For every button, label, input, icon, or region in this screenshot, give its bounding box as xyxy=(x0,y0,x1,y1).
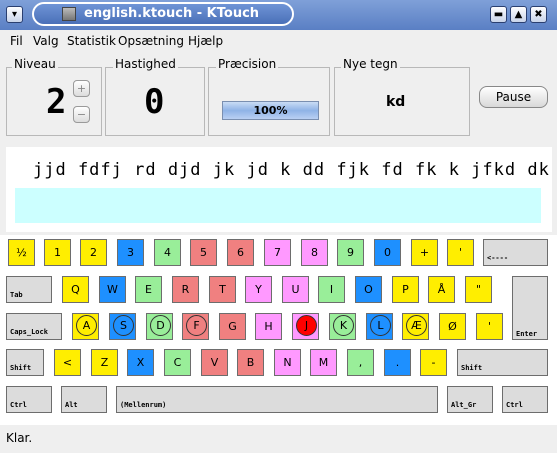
window-menu-icon[interactable]: ▾ xyxy=(6,6,23,23)
level-label: Niveau xyxy=(12,57,58,71)
key-0[interactable]: 0 xyxy=(374,239,401,266)
key-z[interactable]: Z xyxy=(91,349,118,376)
speed-value: 0 xyxy=(144,82,165,122)
menu-fil[interactable]: Fil xyxy=(10,34,23,48)
key-a[interactable]: A xyxy=(72,313,99,340)
key-s[interactable]: S xyxy=(109,313,136,340)
key-minus[interactable]: - xyxy=(420,349,447,376)
key-backspace[interactable]: <---- xyxy=(483,239,548,266)
home-key-s: S xyxy=(113,315,134,336)
key-space[interactable]: (Mellenrum) xyxy=(116,386,438,413)
key-t[interactable]: T xyxy=(209,276,236,303)
close-icon[interactable]: ✖ xyxy=(530,6,547,23)
level-up-button[interactable]: + xyxy=(73,80,90,97)
key-ae[interactable]: Æ xyxy=(402,313,429,340)
app-icon xyxy=(62,7,76,21)
key-l[interactable]: L xyxy=(366,313,393,340)
key-7[interactable]: 7 xyxy=(264,239,291,266)
key-o[interactable]: O xyxy=(355,276,382,303)
title-bar[interactable]: ▾ english.ktouch - KTouch ▬ ▲ ✖ xyxy=(0,0,557,30)
level-value: 2 xyxy=(46,82,67,122)
key-4[interactable]: 4 xyxy=(154,239,181,266)
key-v[interactable]: V xyxy=(201,349,228,376)
key-y[interactable]: Y xyxy=(245,276,272,303)
key-ctrl-right[interactable]: Ctrl xyxy=(502,386,548,413)
newchars-value: kd xyxy=(386,94,406,110)
pause-button[interactable]: Pause xyxy=(479,86,548,108)
key-n[interactable]: N xyxy=(274,349,301,376)
menu-valg[interactable]: Valg xyxy=(33,34,59,48)
key-alt[interactable]: Alt xyxy=(61,386,107,413)
typing-input[interactable] xyxy=(15,188,541,223)
speed-label: Hastighed xyxy=(113,57,178,71)
key-5[interactable]: 5 xyxy=(190,239,217,266)
key-8[interactable]: 8 xyxy=(301,239,328,266)
key-comma[interactable]: , xyxy=(347,349,374,376)
key-9[interactable]: 9 xyxy=(337,239,364,266)
menu-opsaetning[interactable]: Opsætning xyxy=(118,34,184,48)
home-key-j-highlighted: J xyxy=(296,315,317,336)
key-3[interactable]: 3 xyxy=(117,239,144,266)
home-key-a: A xyxy=(76,315,97,336)
key-6[interactable]: 6 xyxy=(227,239,254,266)
key-oe[interactable]: Ø xyxy=(439,313,466,340)
key-h[interactable]: H xyxy=(255,313,282,340)
menu-statistik[interactable]: Statistik xyxy=(67,34,116,48)
accuracy-label: Præcision xyxy=(216,57,279,71)
status-text: Klar. xyxy=(6,431,33,445)
key-shift-right[interactable]: Shift xyxy=(457,349,548,376)
key-x[interactable]: X xyxy=(127,349,154,376)
key-q[interactable]: Q xyxy=(62,276,89,303)
level-down-button[interactable]: − xyxy=(73,106,90,123)
key-w[interactable]: W xyxy=(99,276,126,303)
key-shift-left[interactable]: Shift xyxy=(6,349,44,376)
minimize-icon[interactable]: ▬ xyxy=(490,6,507,23)
key-f[interactable]: F xyxy=(182,313,209,340)
key-2[interactable]: 2 xyxy=(80,239,107,266)
newchars-label: Nye tegn xyxy=(341,57,400,71)
home-key-k: K xyxy=(333,315,354,336)
key-g[interactable]: G xyxy=(219,313,246,340)
key-capslock[interactable]: Caps_Lock xyxy=(6,313,62,340)
ktouch-window: ▾ english.ktouch - KTouch ▬ ▲ ✖ Fil Valg… xyxy=(0,0,557,453)
key-k[interactable]: K xyxy=(329,313,356,340)
key-less[interactable]: < xyxy=(54,349,81,376)
home-key-f: F xyxy=(186,315,207,336)
key-ctrl-left[interactable]: Ctrl xyxy=(6,386,52,413)
home-key-d: D xyxy=(150,315,171,336)
maximize-icon[interactable]: ▲ xyxy=(510,6,527,23)
key-j[interactable]: J xyxy=(292,313,319,340)
key-plus[interactable]: + xyxy=(411,239,438,266)
key-e[interactable]: E xyxy=(135,276,162,303)
key-c[interactable]: C xyxy=(164,349,191,376)
key-b[interactable]: B xyxy=(237,349,264,376)
key-apostrophe[interactable]: ' xyxy=(447,239,474,266)
keyboard: ½ 1 2 3 4 5 6 7 8 9 0 + ' <---- Tab Q W … xyxy=(0,235,557,425)
status-bar xyxy=(0,428,557,453)
menu-hjaelp[interactable]: Hjælp xyxy=(188,34,223,48)
key-p[interactable]: P xyxy=(392,276,419,303)
key-r[interactable]: R xyxy=(172,276,199,303)
window-title: english.ktouch - KTouch xyxy=(84,6,260,21)
key-tab[interactable]: Tab xyxy=(6,276,52,303)
key-quote[interactable]: " xyxy=(465,276,492,303)
key-aa[interactable]: Å xyxy=(428,276,455,303)
key-apostrophe2[interactable]: ' xyxy=(476,313,503,340)
key-i[interactable]: I xyxy=(318,276,345,303)
accuracy-progress-bar: 100% xyxy=(222,101,319,120)
key-u[interactable]: U xyxy=(282,276,309,303)
key-enter[interactable]: Enter xyxy=(512,276,548,340)
key-half[interactable]: ½ xyxy=(8,239,35,266)
key-period[interactable]: . xyxy=(384,349,411,376)
lesson-text: jjd fdfj rd djd jk jd k dd fjk fd fk k j… xyxy=(33,160,550,180)
home-key-l: L xyxy=(370,315,391,336)
menu-bar: Fil Valg Statistik Opsætning Hjælp xyxy=(0,30,557,52)
key-1[interactable]: 1 xyxy=(44,239,71,266)
key-m[interactable]: M xyxy=(310,349,337,376)
home-key-ae: Æ xyxy=(406,315,427,336)
key-altgr[interactable]: Alt_Gr xyxy=(447,386,493,413)
key-d[interactable]: D xyxy=(146,313,173,340)
